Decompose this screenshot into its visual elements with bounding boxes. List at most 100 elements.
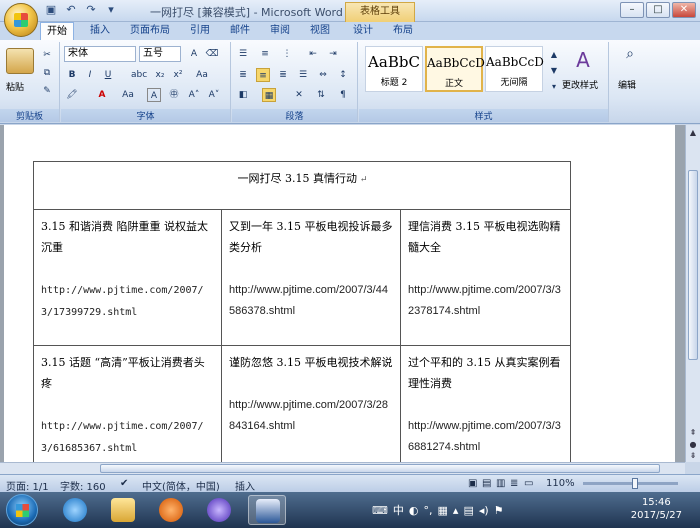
minimize-button[interactable]: –	[620, 2, 644, 18]
show-marks-icon[interactable]: ¶	[336, 88, 350, 102]
taskbar-ie[interactable]	[56, 495, 94, 525]
italic-icon[interactable]: I	[83, 68, 97, 82]
multilevel-list-icon[interactable]: ⋮	[280, 47, 294, 61]
style-normal[interactable]: AaBbCcD 正文	[425, 46, 485, 92]
table-cell[interactable]: 又到一年 3.15 平板电视投诉最多类分析 http://www.pjtime.…	[221, 209, 401, 346]
tab-review[interactable]: 审阅	[270, 22, 290, 40]
distribute-icon[interactable]: ⇔	[316, 68, 330, 82]
align-left-icon[interactable]: ≣	[236, 68, 250, 82]
full-screen-icon[interactable]: ▤	[482, 478, 491, 489]
softkeyboard-icon[interactable]: ▦	[438, 504, 448, 517]
superscript-icon[interactable]: x²	[171, 68, 185, 82]
tab-page-layout[interactable]: 页面布局	[130, 22, 170, 40]
maximize-button[interactable]: □	[646, 2, 670, 18]
strikethrough-icon[interactable]: abc	[131, 68, 147, 82]
horizontal-scrollbar[interactable]	[0, 462, 685, 474]
editing-label[interactable]: 编辑	[618, 78, 636, 91]
save-icon[interactable]: ▣	[44, 3, 58, 17]
table-title-cell[interactable]: 一网打尽 3.15 真情行动 ↵	[33, 161, 571, 210]
change-case-icon[interactable]: Aa	[195, 68, 209, 82]
grow-font-icon[interactable]: A	[187, 47, 201, 61]
ime-indicator[interactable]: 中	[393, 502, 404, 518]
horizontal-scroll-thumb[interactable]	[100, 464, 660, 473]
numbering-icon[interactable]: ≡	[258, 47, 272, 61]
prev-page-icon[interactable]: ⇞	[688, 428, 698, 438]
font-color-icon[interactable]: A	[95, 88, 109, 102]
vertical-scroll-thumb[interactable]	[688, 170, 698, 360]
table-cell[interactable]: 3.15 和谐消费 陷阱重重 说权益太沉重 http://www.pjtime.…	[33, 209, 222, 346]
taskbar-media-player[interactable]	[152, 495, 190, 525]
next-page-icon[interactable]: ⇟	[688, 451, 698, 461]
find-icon[interactable]: ⌕	[616, 46, 644, 72]
volume-icon[interactable]: ◂)	[479, 504, 489, 517]
outline-icon[interactable]: ≣	[510, 478, 518, 489]
clock[interactable]: 15:46 2017/5/27	[631, 496, 682, 522]
sort-icon[interactable]: ⇅	[314, 88, 328, 102]
zoom-slider[interactable]	[583, 482, 678, 485]
enclose-char-icon[interactable]: ㊥	[167, 88, 181, 102]
table-cell[interactable]: 理信消费 3.15 平板电视选购精髓大全 http://www.pjtime.c…	[400, 209, 571, 346]
redo-icon[interactable]: ↷	[84, 3, 98, 17]
decrease-indent-icon[interactable]: ⇤	[306, 47, 320, 61]
cut-icon[interactable]: ✂	[40, 48, 54, 62]
underline-icon[interactable]: U	[101, 68, 115, 82]
clear-format-icon[interactable]: ⌫	[205, 47, 219, 61]
web-layout-icon[interactable]: ▥	[496, 478, 505, 489]
tray-apps-icon[interactable]: ▴	[453, 504, 459, 517]
subscript-icon[interactable]: x₂	[153, 68, 167, 82]
line-spacing-icon[interactable]: ↕	[336, 68, 350, 82]
format-painter-icon[interactable]: ✎	[40, 84, 54, 98]
punctuation-icon[interactable]: °,	[424, 504, 433, 517]
page-count[interactable]: 页面: 1/1	[6, 478, 49, 493]
draft-icon[interactable]: ▭	[524, 478, 533, 489]
tab-design[interactable]: 设计	[353, 22, 373, 40]
style-no-spacing[interactable]: AaBbCcD 无间隔	[485, 46, 544, 92]
document-page[interactable]: 一网打尽 3.15 真情行动 ↵ 3.15 和谐消费 陷阱重重 说权益太沉重 h…	[4, 125, 675, 462]
styles-scroll-down-icon[interactable]: ▼	[547, 64, 561, 78]
ime-mode-icon[interactable]: ◐	[409, 504, 419, 517]
keyboard-icon[interactable]: ⌨	[372, 504, 388, 517]
action-center-icon[interactable]: ⚑	[494, 504, 504, 517]
increase-indent-icon[interactable]: ⇥	[326, 47, 340, 61]
word-count[interactable]: 字数: 160	[60, 478, 106, 493]
proofing-icon[interactable]: ✔	[120, 478, 128, 489]
font-size-select[interactable]: 五号	[139, 46, 181, 62]
tab-home[interactable]: 开始	[40, 22, 74, 40]
customize-toolbar-icon[interactable]: ▾	[104, 3, 118, 17]
styles-more-icon[interactable]: ▾	[547, 80, 561, 94]
table-cell[interactable]: 过个平和的 3.15 从真实案例看理性消费 http://www.pjtime.…	[400, 345, 571, 462]
close-button[interactable]: ✕	[672, 2, 696, 18]
tab-references[interactable]: 引用	[190, 22, 210, 40]
copy-icon[interactable]: ⧉	[40, 66, 54, 80]
print-layout-icon[interactable]: ▣	[468, 478, 477, 489]
char-border-icon[interactable]: A	[147, 88, 161, 102]
align-center-icon[interactable]: ≡	[256, 68, 270, 82]
office-button[interactable]	[4, 3, 38, 37]
change-styles-label[interactable]: 更改样式	[562, 78, 608, 91]
zoom-slider-knob[interactable]	[632, 478, 638, 489]
undo-icon[interactable]: ↶	[64, 3, 78, 17]
language-indicator[interactable]: 中文(简体，中国)	[142, 478, 220, 493]
tab-layout[interactable]: 布局	[393, 22, 413, 40]
network-icon[interactable]: ▤	[463, 504, 473, 517]
taskbar-word[interactable]	[248, 495, 286, 525]
bullets-icon[interactable]: ☰	[236, 47, 250, 61]
shrink-font-icon[interactable]: A˅	[207, 88, 221, 102]
styles-scroll-up-icon[interactable]: ▲	[547, 48, 561, 62]
insert-mode[interactable]: 插入	[235, 478, 255, 493]
font-name-select[interactable]: 宋体	[64, 46, 136, 62]
highlight-color-icon[interactable]: 🖍	[65, 88, 79, 102]
browse-object-icon[interactable]: ●	[688, 440, 698, 450]
grow-font-icon-2[interactable]: A˄	[187, 88, 201, 102]
zoom-level[interactable]: 110%	[546, 478, 575, 489]
taskbar-app-s[interactable]	[200, 495, 238, 525]
bold-icon[interactable]: B	[65, 68, 79, 82]
asian-layout-icon[interactable]: ✕	[292, 88, 306, 102]
scroll-up-icon[interactable]: ▲	[688, 128, 698, 138]
tab-view[interactable]: 视图	[310, 22, 330, 40]
start-button[interactable]	[6, 494, 38, 526]
align-right-icon[interactable]: ≣	[276, 68, 290, 82]
change-case-icon-2[interactable]: Aa	[121, 88, 135, 102]
tab-mailings[interactable]: 邮件	[230, 22, 250, 40]
tab-insert[interactable]: 插入	[90, 22, 110, 40]
